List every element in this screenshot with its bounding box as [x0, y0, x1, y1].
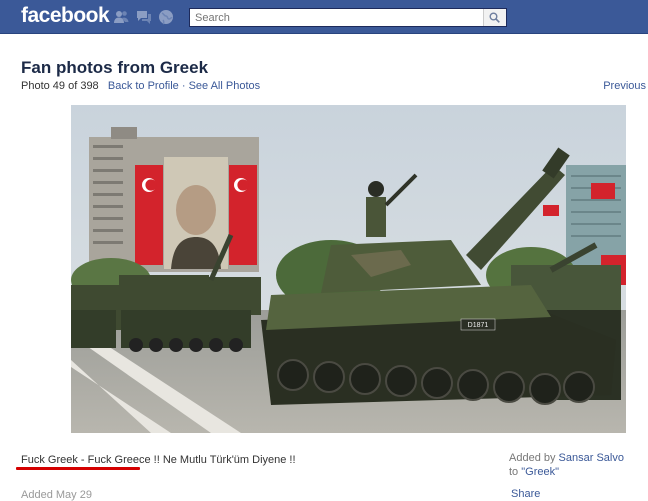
- previous-photo-link[interactable]: Previous: [603, 80, 646, 92]
- search-button[interactable]: [483, 9, 506, 26]
- tank-plate: D1871: [468, 322, 489, 329]
- friend-requests-icon[interactable]: [113, 9, 129, 25]
- photo-caption: Fuck Greek - Fuck Greece !! Ne Mutlu Tür…: [21, 454, 296, 466]
- search-box[interactable]: [189, 8, 507, 27]
- search-input[interactable]: [190, 9, 485, 26]
- added-date: Added May 29: [21, 489, 92, 501]
- facebook-logo[interactable]: facebook: [21, 4, 110, 28]
- photo-navigation-line: Photo 49 of 398 Back to Profile · See Al…: [21, 80, 260, 92]
- messages-icon[interactable]: [136, 9, 152, 25]
- red-underline-annotation: [16, 467, 140, 470]
- see-all-photos-link[interactable]: See All Photos: [189, 80, 261, 92]
- notifications-globe-icon[interactable]: [158, 9, 174, 25]
- caption-rest-text: !! Ne Mutlu Türk'üm Diyene !!: [150, 454, 296, 466]
- back-to-profile-link[interactable]: Back to Profile: [108, 80, 179, 92]
- search-icon: [489, 12, 500, 23]
- to-prefix: to: [509, 466, 522, 478]
- main-photo[interactable]: D1871: [71, 105, 626, 433]
- share-link[interactable]: Share: [511, 488, 540, 500]
- uploader-link[interactable]: Sansar Salvo: [559, 452, 624, 464]
- added-by-block: Added by Sansar Salvo to "Greek": [509, 451, 624, 479]
- link-separator: ·: [181, 80, 186, 92]
- added-by-prefix: Added by: [509, 452, 559, 464]
- page-link-greek[interactable]: "Greek": [521, 466, 559, 478]
- top-navigation-bar: facebook: [0, 0, 648, 34]
- caption-link-text[interactable]: Fuck Greek - Fuck Greece: [21, 454, 151, 466]
- album-title: Fan photos from Greek: [21, 58, 209, 77]
- photo-counter: Photo 49 of 398: [21, 80, 99, 92]
